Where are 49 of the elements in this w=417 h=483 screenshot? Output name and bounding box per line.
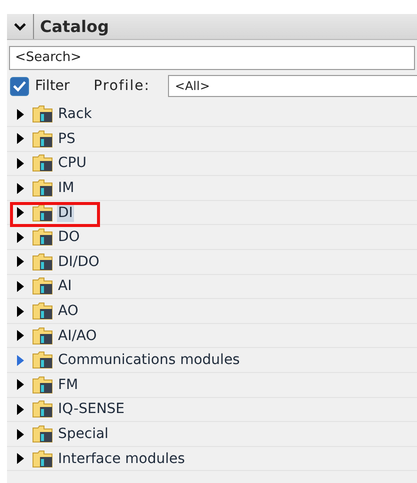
folder-module-icon [32, 277, 54, 296]
tree-item-label[interactable]: Special [57, 425, 110, 444]
tree-item-label[interactable]: PS [57, 130, 76, 148]
search-field[interactable]: <Search> [9, 46, 415, 70]
tree-item-label[interactable]: DO [57, 228, 81, 246]
tree-item-label[interactable]: AI [57, 277, 73, 296]
folder-module-icon [32, 154, 54, 172]
expand-arrow-icon[interactable] [17, 404, 24, 415]
folder-module-icon [32, 179, 54, 198]
tree-item-label[interactable]: AO [57, 302, 80, 320]
folder-module-icon [32, 302, 54, 320]
folder-module-icon [32, 425, 54, 444]
panel-title: Catalog [39, 16, 109, 38]
folder-module-icon [32, 376, 54, 394]
folder-module-icon [32, 105, 54, 124]
expand-arrow-icon[interactable] [17, 280, 24, 292]
folder-module-icon [32, 400, 54, 418]
tree-item-label[interactable]: IM [57, 179, 76, 198]
expand-arrow-icon[interactable] [17, 256, 24, 268]
folder-module-icon [32, 450, 54, 468]
folder-module-icon [32, 351, 54, 370]
expand-arrow-icon[interactable] [17, 379, 24, 390]
folder-module-icon [32, 228, 54, 246]
profile-label: Profile: [94, 76, 150, 96]
expand-arrow-icon[interactable] [17, 182, 24, 194]
filter-label: Filter [35, 76, 70, 96]
tree-item-label[interactable]: Rack [57, 105, 93, 124]
tree-item-label[interactable]: Interface modules [57, 450, 186, 468]
expand-arrow-icon[interactable] [17, 133, 24, 144]
folder-module-icon [32, 204, 54, 222]
folder-module-icon [32, 252, 54, 271]
tree-item-label[interactable]: IQ-SENSE [57, 400, 126, 418]
expand-arrow-icon[interactable] [17, 428, 24, 440]
expand-arrow-icon[interactable] [17, 108, 24, 120]
folder-module-icon [32, 130, 54, 148]
tree-item-label[interactable]: AI/AO [57, 326, 98, 345]
folder-module-icon [32, 326, 54, 345]
expand-arrow-icon[interactable] [17, 330, 24, 342]
tree-item-label[interactable]: CPU [57, 154, 88, 172]
expand-arrow-icon[interactable] [17, 158, 24, 169]
expand-arrow-icon[interactable] [17, 232, 24, 243]
tree-item-label[interactable]: DI/DO [57, 252, 100, 271]
expand-arrow-icon[interactable] [17, 306, 24, 317]
expand-arrow-icon[interactable] [17, 207, 24, 218]
expand-arrow-icon[interactable] [17, 453, 24, 464]
filter-checkbox[interactable] [10, 76, 29, 96]
tree-item-label[interactable]: Communications modules [57, 351, 241, 370]
profile-dropdown[interactable]: <All> [168, 75, 417, 97]
tree-item-label[interactable]: FM [57, 376, 80, 394]
